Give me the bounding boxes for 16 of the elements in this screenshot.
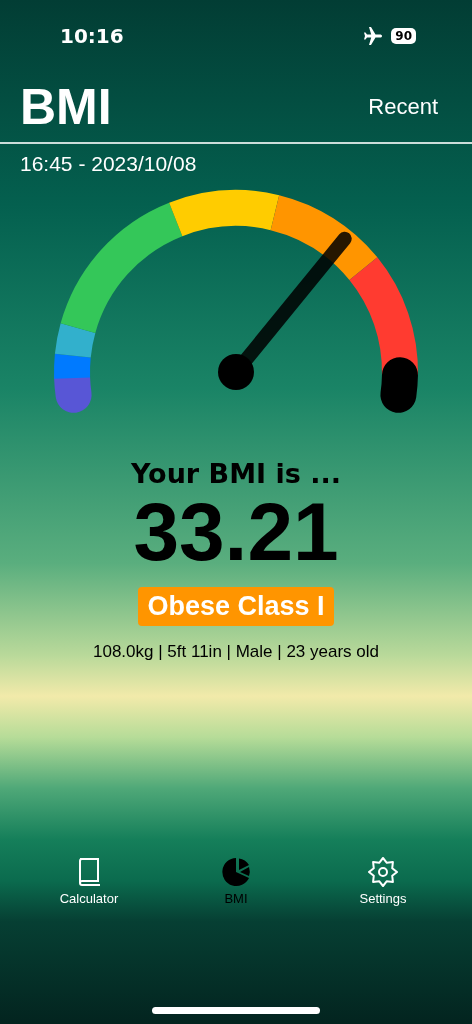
recent-button[interactable]: Recent [368,94,438,120]
tab-bar-item[interactable]: Settings [338,857,428,906]
profile-details: 108.0kg | 5ft 11in | Male | 23 years old [92,642,379,662]
timestamp: 16:45 - 2023/10/08 [19,151,198,176]
airplane-icon [363,27,384,45]
status-time: 10:16 [60,24,124,48]
tab-bar-item[interactable]: Calculator [44,857,134,906]
home-indicator[interactable] [152,1007,320,1014]
bmi-value: 33.21 [133,491,339,573]
pie-chart-icon [221,857,251,887]
battery-level: 90 [391,28,416,44]
page-title: BMI [20,78,112,136]
book-icon [76,857,102,887]
result-heading: Your BMI is ... [131,458,341,489]
category-badge: Obese Class I [138,587,334,626]
settings-icon [368,857,398,887]
